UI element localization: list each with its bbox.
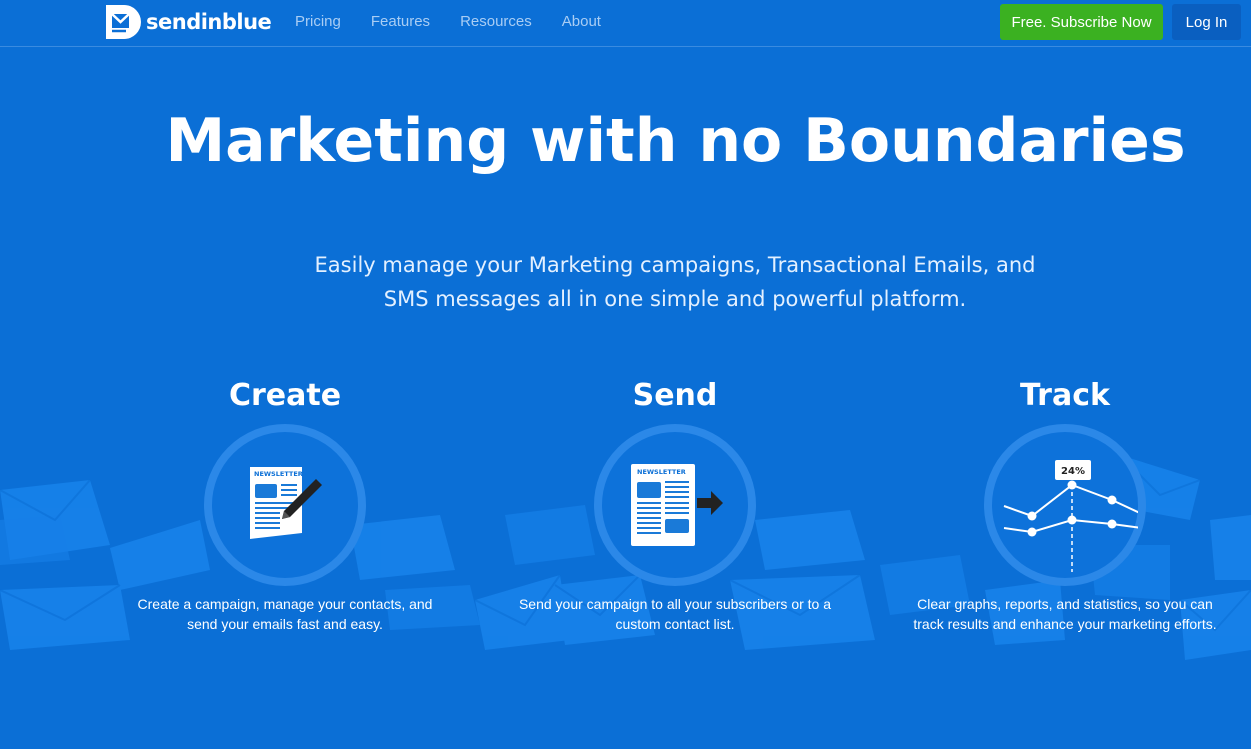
feature-title: Track [1020,378,1110,413]
login-button[interactable]: Log In [1172,4,1241,40]
feature-title: Send [632,378,718,413]
top-navbar: sendinblue Pricing Features Resources Ab… [0,0,1251,47]
nav-link-resources[interactable]: Resources [460,13,532,30]
subscribe-button[interactable]: Free. Subscribe Now [1000,4,1163,40]
feature-track: Track 24% Clear graphs, reports, and sta… [895,378,1235,634]
nav-link-pricing[interactable]: Pricing [295,13,341,30]
feature-icon-circle: 24% [984,424,1146,586]
feature-send: Send NEWSLETTER Send your campaign to al… [505,378,845,634]
newsletter-badge: NEWSLETTER [254,470,303,478]
stat-badge: 24% [1061,466,1085,477]
feature-description-line1: Create a campaign, manage your contacts,… [137,596,433,612]
nav-link-features[interactable]: Features [371,13,430,30]
feature-description: Create a campaign, manage your contacts,… [115,594,455,634]
feature-description: Send your campaign to all your subscribe… [505,594,845,634]
feature-description-line1: Clear graphs, reports, and statistics, s… [917,596,1213,612]
hero-title: Marketing with no Boundaries [165,106,1186,176]
newsletter-edit-icon: NEWSLETTER [250,467,322,539]
feature-description-line2: custom contact list. [615,616,735,632]
feature-icon-circle: NEWSLETTER [204,424,366,586]
feature-title: Create [228,378,342,413]
feature-description: Clear graphs, reports, and statistics, s… [895,594,1235,634]
newsletter-badge: NEWSLETTER [637,468,686,476]
brand-name: sendinblue [146,10,272,34]
hero-subtitle: Easily manage your Marketing campaigns, … [300,248,1050,316]
nav-links: Pricing Features Resources About [295,13,631,30]
feature-description-line2: send your emails fast and easy. [187,616,383,632]
hero-subtitle-line1: Easily manage your Marketing campaigns, … [314,253,1036,277]
envelope-logo-icon [106,5,141,39]
brand-logo[interactable]: sendinblue [104,3,272,41]
feature-icon-circle: NEWSLETTER [594,424,756,586]
newsletter-send-icon: NEWSLETTER [631,464,723,546]
feature-create: Create NEWSLETTER Create a campaign, man… [115,378,455,634]
feature-description-line1: Send your campaign to all your subscribe… [518,596,832,612]
nav-link-about[interactable]: About [562,13,601,30]
hero-subtitle-line2: SMS messages all in one simple and power… [383,287,967,311]
feature-description-line2: track results and enhance your marketing… [913,616,1217,632]
line-graph-icon: 24% [1003,460,1138,572]
